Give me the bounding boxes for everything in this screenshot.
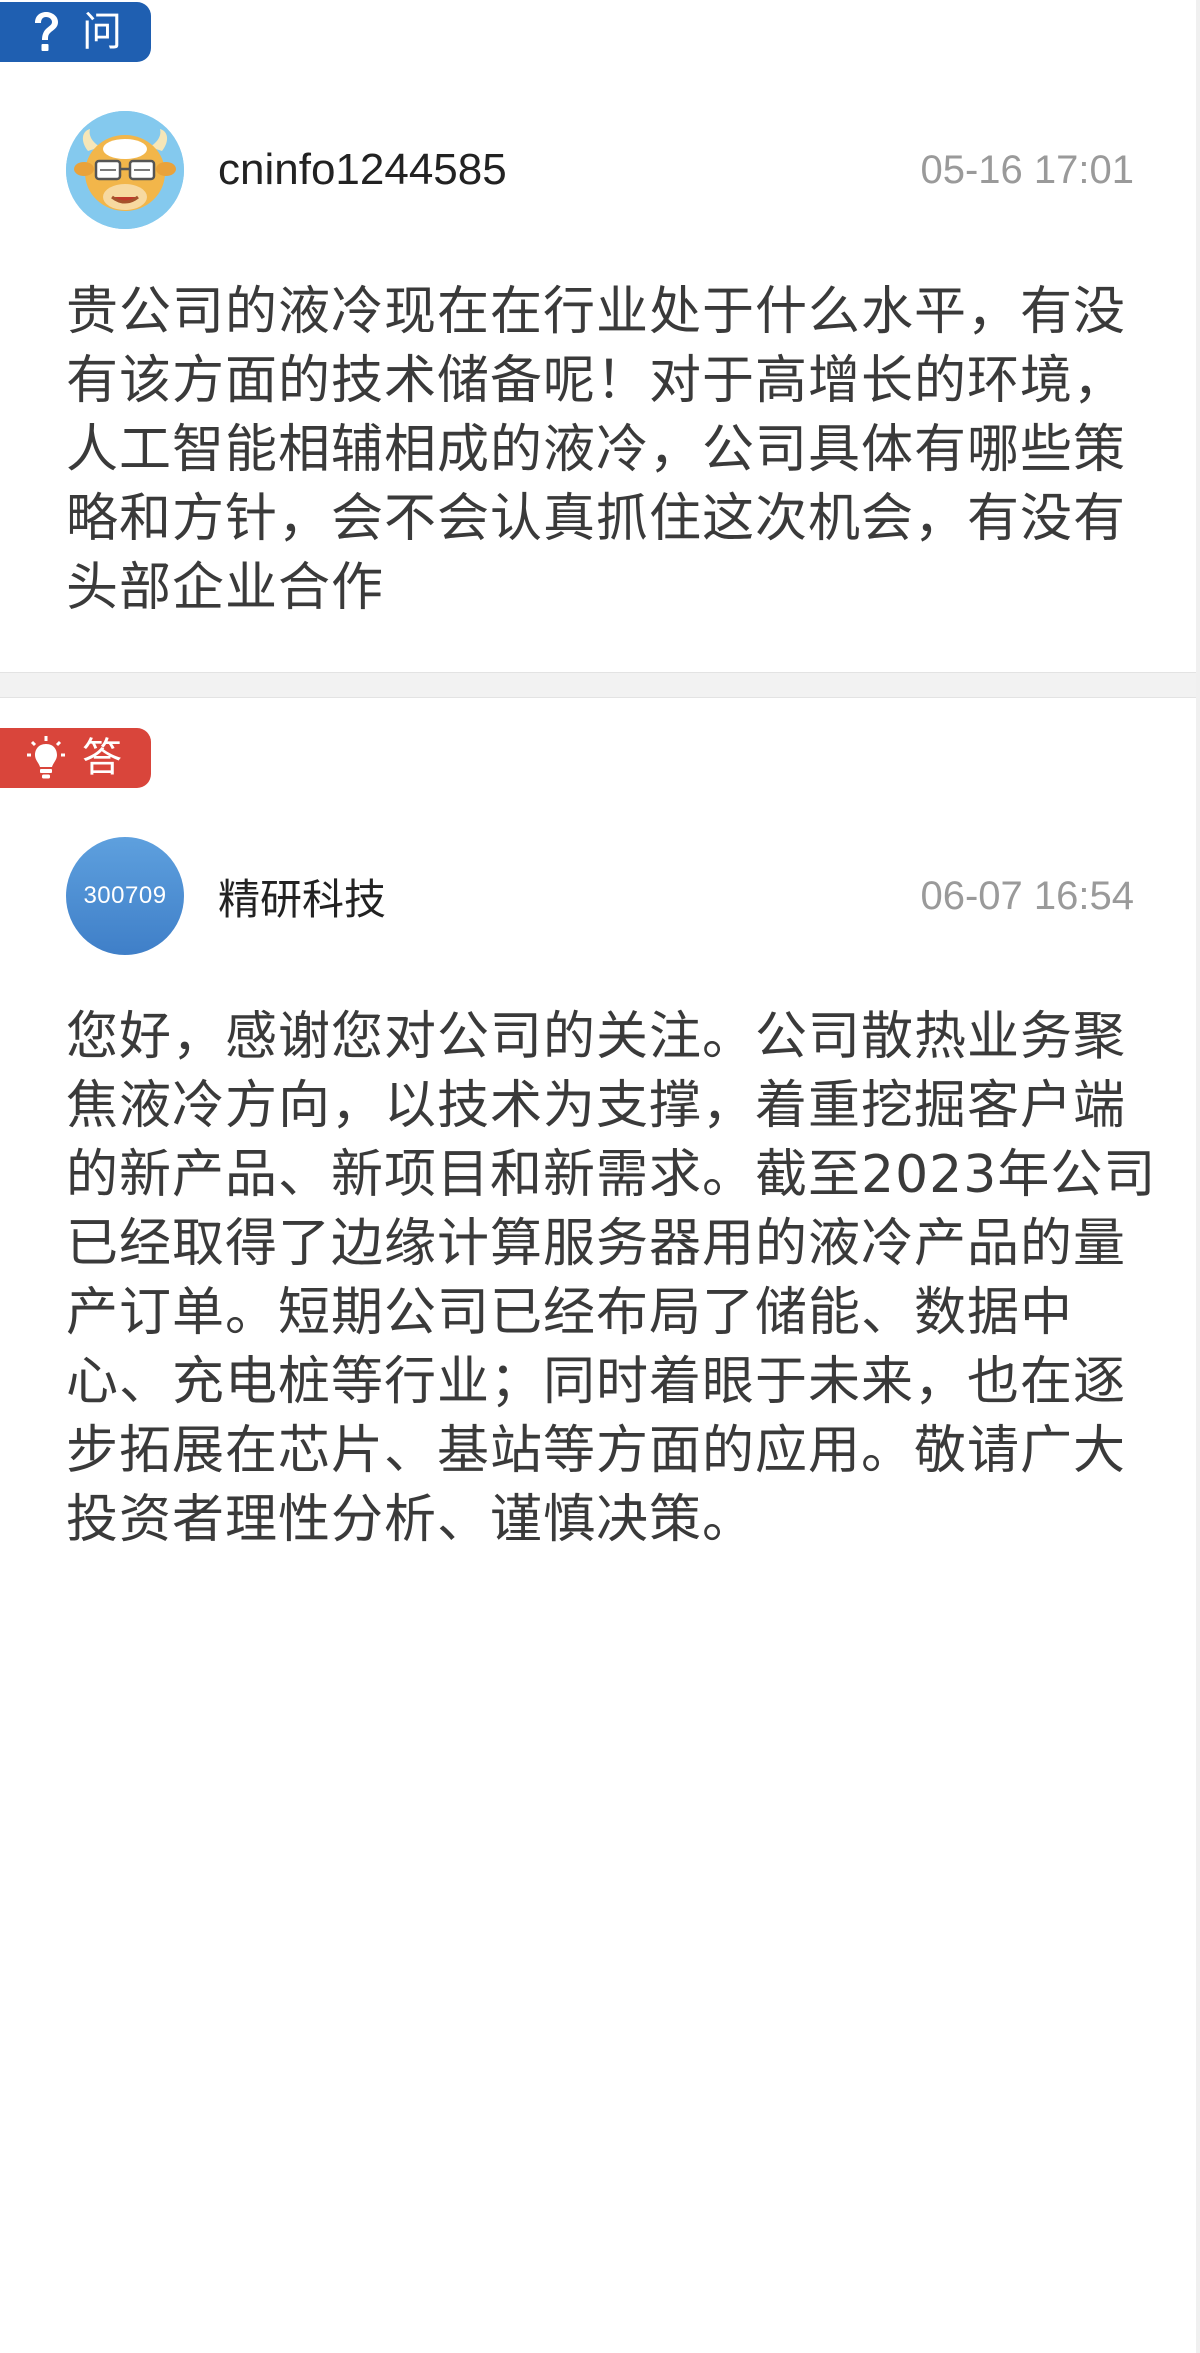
answer-tag: 答 bbox=[0, 728, 151, 788]
answer-text-line: 焦液冷方向，以技术为支撑，着重挖掘客户端 bbox=[66, 1076, 1127, 1136]
answer-text-line: 的新产品、新项目和新需求。截至2023年公司 bbox=[66, 1145, 1157, 1205]
answer-timestamp: 06-07 16:54 bbox=[920, 873, 1134, 918]
company-avatar[interactable]: 300709 bbox=[66, 837, 184, 955]
page-edge bbox=[1196, 0, 1200, 2353]
answer-text: 您好，感谢您对公司的关注。公司散热业务聚 焦液冷方向，以技术为支撑，着重挖掘客户… bbox=[66, 1003, 1157, 1555]
answer-user-row: 300709 精研科技 06-07 16:54 bbox=[66, 836, 1134, 956]
answer-text-line: 已经取得了边缘计算服务器用的液冷产品的量 bbox=[66, 1214, 1127, 1274]
answer-text-line: 步拓展在芯片、基站等方面的应用。敬请广大 bbox=[66, 1421, 1127, 1481]
lightbulb-icon bbox=[26, 736, 66, 780]
company-name[interactable]: 精研科技 bbox=[218, 866, 920, 927]
answer-text-line: 您好，感谢您对公司的关注。公司散热业务聚 bbox=[66, 1007, 1127, 1067]
answer-text-line: 投资者理性分析、谨慎决策。 bbox=[66, 1490, 756, 1550]
answer-tag-label: 答 bbox=[82, 735, 122, 781]
answer-section: 答 300709 精研科技 06-07 16:54 您好，感谢您对公司的关注。公… bbox=[0, 0, 1200, 1655]
answer-text-line: 心、充电桩等行业；同时着眼于未来，也在逐 bbox=[66, 1352, 1127, 1412]
company-stock-code: 300709 bbox=[83, 882, 167, 909]
answer-text-line: 产订单。短期公司已经布局了储能、数据中 bbox=[66, 1283, 1074, 1343]
